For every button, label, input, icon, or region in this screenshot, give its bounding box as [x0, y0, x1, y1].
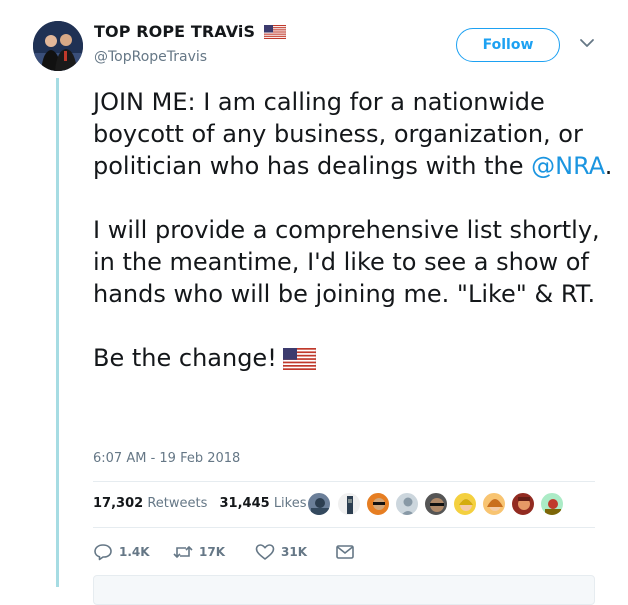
- retweet-count: 17K: [199, 545, 225, 559]
- liker-avatar[interactable]: [540, 492, 564, 516]
- tweet-text-segment: .: [604, 152, 613, 180]
- retweet-icon: [173, 545, 193, 559]
- tweet-paragraph: Be the change!: [93, 342, 613, 374]
- liker-avatar[interactable]: [424, 492, 448, 516]
- retweets-count: 17,302: [93, 496, 144, 511]
- retweets-label: Retweets: [147, 496, 208, 511]
- retweets-stat[interactable]: 17,302 Retweets: [93, 496, 207, 511]
- likes-label: Likes: [273, 496, 307, 511]
- author-handle[interactable]: @TopRopeTravis: [94, 49, 207, 65]
- author-display-name[interactable]: TOP ROPE TRAViS: [94, 22, 255, 41]
- divider: [93, 527, 595, 528]
- likes-count: 31,445: [219, 496, 270, 511]
- liker-avatar[interactable]: [453, 492, 477, 516]
- follow-button[interactable]: Follow: [456, 28, 560, 62]
- envelope-icon: [336, 545, 354, 559]
- heart-icon: [255, 544, 275, 560]
- tweet-text-segment: JOIN ME: I am calling for a nationwide b…: [93, 88, 583, 180]
- like-button[interactable]: 31K: [255, 543, 307, 561]
- liker-avatar[interactable]: [395, 492, 419, 516]
- divider: [93, 481, 595, 482]
- like-count: 31K: [281, 545, 307, 559]
- thread-connector-line: [56, 78, 59, 587]
- liker-avatar[interactable]: [337, 492, 361, 516]
- avatar-photo: [33, 21, 83, 71]
- tweet-body: JOIN ME: I am calling for a nationwide b…: [93, 86, 613, 374]
- liker-avatar[interactable]: [366, 492, 390, 516]
- direct-message-button[interactable]: [335, 543, 355, 561]
- liker-avatar[interactable]: [482, 492, 506, 516]
- retweet-button[interactable]: 17K: [173, 543, 225, 561]
- tweet-paragraph: JOIN ME: I am calling for a nationwide b…: [93, 86, 613, 182]
- reply-input[interactable]: [93, 575, 595, 605]
- us-flag-icon: [264, 24, 287, 39]
- reply-icon: [94, 544, 112, 561]
- author-avatar[interactable]: [33, 21, 83, 71]
- liker-avatar[interactable]: [511, 492, 535, 516]
- mention-link[interactable]: @NRA: [531, 152, 605, 180]
- tweet-timestamp[interactable]: 6:07 AM - 19 Feb 2018: [93, 451, 240, 466]
- us-flag-icon: [282, 348, 316, 370]
- liker-avatar[interactable]: [307, 492, 331, 516]
- chevron-down-icon[interactable]: [579, 37, 595, 49]
- tweet-paragraph: I will provide a comprehensive list shor…: [93, 216, 600, 308]
- reply-count: 1.4K: [119, 545, 150, 559]
- engagement-stats: 17,302 Retweets 31,445 Likes: [93, 496, 307, 511]
- tweet-text-segment: Be the change!: [93, 344, 277, 372]
- likes-stat[interactable]: 31,445 Likes: [220, 496, 307, 511]
- reply-button[interactable]: 1.4K: [93, 543, 150, 561]
- author-name-row[interactable]: TOP ROPE TRAViS: [94, 21, 287, 41]
